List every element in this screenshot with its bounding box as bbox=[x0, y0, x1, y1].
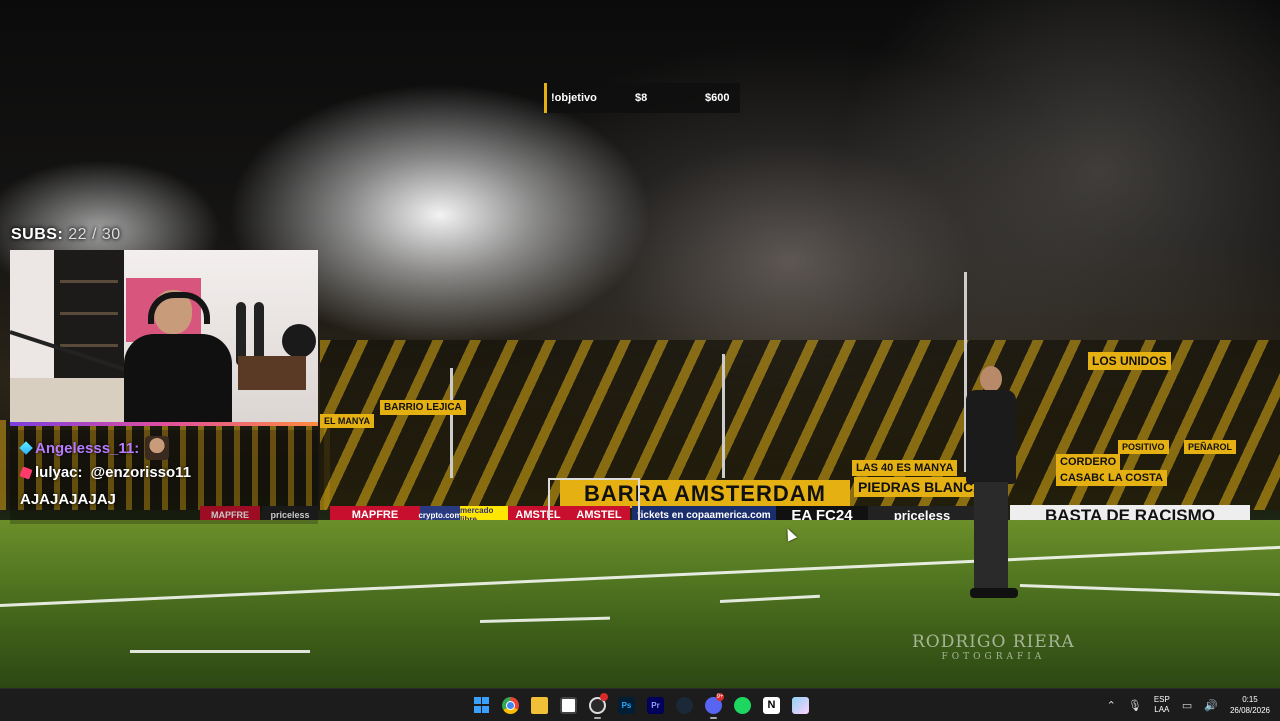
pitch-line bbox=[1019, 584, 1280, 597]
system-tray: ⌃ 🎙 ESP LAA ▭ 🔊 0:15 26/08/2026 bbox=[1101, 689, 1280, 721]
chat-message: lulyac: @enzorisso11 bbox=[19, 464, 192, 481]
stand-sign: POSITIVO bbox=[1118, 440, 1169, 454]
chat-text: AJAJAJAJAJ bbox=[20, 491, 116, 508]
pitch-line bbox=[130, 650, 310, 653]
microphone-icon[interactable]: 🎙 bbox=[1128, 699, 1142, 712]
light-pole bbox=[450, 368, 453, 478]
clock[interactable]: 0:15 26/08/2026 bbox=[1230, 694, 1270, 716]
chat-username: lulyac: bbox=[35, 464, 83, 481]
desk bbox=[10, 378, 140, 422]
streamer bbox=[122, 286, 234, 422]
photoshop-icon: Ps bbox=[618, 696, 635, 714]
subs-count: 22 / 30 bbox=[68, 226, 121, 243]
recording-indicator-icon bbox=[600, 693, 608, 701]
clock-time: 0:15 bbox=[1242, 695, 1258, 704]
premiere-taskbar-button[interactable]: Pr bbox=[641, 689, 670, 721]
photos-icon bbox=[792, 696, 809, 714]
chat-overlay: Angelesss_11: lulyac: @enzorisso11 AJAJA… bbox=[10, 430, 318, 524]
notion-taskbar-button[interactable]: N bbox=[757, 689, 786, 721]
pitch-line bbox=[0, 545, 1280, 607]
photos-taskbar-button[interactable] bbox=[786, 689, 815, 721]
language-indicator[interactable]: ESP LAA bbox=[1154, 695, 1170, 715]
goal-label: !objetivo bbox=[551, 92, 597, 104]
soccer-goal bbox=[548, 478, 640, 522]
keyboard-layout: LAA bbox=[1154, 705, 1170, 714]
discord-taskbar-button[interactable]: 9+ bbox=[699, 689, 728, 721]
pitch-line bbox=[479, 616, 610, 623]
chat-message: Angelesss_11: bbox=[19, 436, 170, 460]
discord-notification-badge: 9+ bbox=[716, 693, 724, 701]
clock-date: 26/08/2026 bbox=[1229, 706, 1270, 715]
spotify-icon bbox=[734, 696, 751, 714]
stand-sign: EL MANYA bbox=[320, 414, 375, 428]
webcam-feed bbox=[10, 250, 318, 426]
donation-goal-widget: !objetivo $8 $600 bbox=[544, 83, 740, 113]
spotify-taskbar-button[interactable] bbox=[728, 689, 757, 721]
taskbar: Ps Pr 9+ N ⌃ 🎙 ESP LAA ▭ 🔊 0:15 26/08/20… bbox=[0, 688, 1280, 721]
light-pole bbox=[722, 354, 725, 478]
stand-sign: BARRIO LEJICA bbox=[380, 400, 466, 415]
chrome-taskbar-button[interactable] bbox=[496, 689, 525, 721]
language-code: ESP bbox=[1153, 695, 1170, 704]
chat-message: AJAJAJAJAJ bbox=[20, 491, 116, 508]
snipping-tool-icon bbox=[560, 696, 577, 714]
stand-sign: LOS UNIDOS bbox=[1088, 352, 1171, 370]
notion-icon: N bbox=[763, 696, 780, 714]
photoshop-taskbar-button[interactable]: Ps bbox=[612, 689, 641, 721]
stand-sign: PEÑAROL bbox=[1184, 440, 1237, 454]
premiere-icon: Pr bbox=[647, 696, 664, 714]
bookshelf bbox=[54, 250, 124, 390]
subs-counter: SUBS: 22 / 30 bbox=[11, 226, 121, 244]
file-explorer-taskbar-button[interactable] bbox=[525, 689, 554, 721]
steam-icon bbox=[676, 696, 693, 714]
goal-target: $600 bbox=[705, 92, 730, 104]
side-table bbox=[238, 356, 306, 390]
obs-taskbar-button[interactable] bbox=[583, 689, 612, 721]
stand-sign: LA COSTA bbox=[1104, 470, 1167, 486]
coach-figure bbox=[962, 366, 1022, 600]
start-button[interactable] bbox=[467, 689, 496, 721]
snipping-tool-taskbar-button[interactable] bbox=[554, 689, 583, 721]
steam-taskbar-button[interactable] bbox=[670, 689, 699, 721]
emote-icon bbox=[145, 436, 170, 460]
stand-sign: LAS 40 ES MANYA bbox=[852, 460, 958, 476]
stand-sign: CORDERO bbox=[1056, 454, 1121, 470]
network-icon[interactable]: ▭ bbox=[1182, 699, 1192, 712]
watermark-sub: FOTOGRAFIA bbox=[941, 652, 1046, 662]
photographer-watermark: RODRIGO RIERA FOTOGRAFIA bbox=[912, 634, 1075, 662]
goal-current: $8 bbox=[635, 92, 648, 104]
chat-username: Angelesss_11: bbox=[35, 439, 140, 457]
taskbar-apps: Ps Pr 9+ N bbox=[467, 689, 815, 721]
folder-icon bbox=[531, 696, 548, 714]
pitch bbox=[0, 520, 1280, 688]
pitch-line bbox=[719, 594, 820, 603]
chat-text: @enzorisso11 bbox=[90, 464, 192, 481]
pen-badge-icon bbox=[19, 465, 33, 480]
volume-icon[interactable]: 🔊 bbox=[1204, 699, 1218, 712]
windows-logo-icon bbox=[473, 697, 490, 713]
chevron-up-icon[interactable]: ⌃ bbox=[1107, 699, 1116, 712]
subs-label: SUBS: bbox=[11, 226, 64, 243]
chrome-icon bbox=[502, 696, 519, 714]
chair bbox=[282, 324, 316, 358]
sword-badge-icon bbox=[19, 441, 33, 455]
watermark-name: RODRIGO RIERA bbox=[912, 632, 1075, 652]
